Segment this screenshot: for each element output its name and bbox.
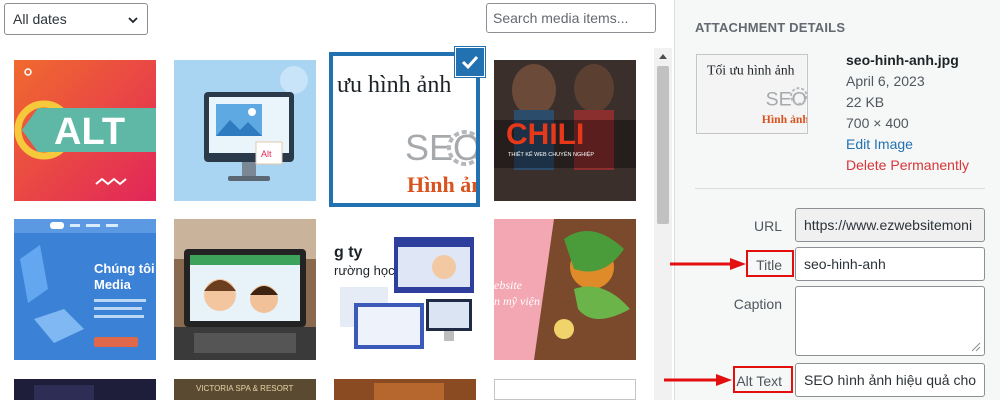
- media-thumb-media-website[interactable]: Chúng tôi Media: [14, 219, 156, 360]
- school-website-image: g ty rường học: [334, 219, 476, 360]
- alt-text-arrow-icon: [664, 374, 732, 386]
- school-text1: g ty: [334, 244, 363, 261]
- attachment-details-pane: ATTACHMENT DETAILS Tối ưu hình ảnh SEO H…: [674, 0, 1000, 400]
- details-divider: [695, 188, 985, 189]
- alt-graphic-text: ALT: [54, 111, 125, 153]
- beauty-website-image: ebsite n mỹ viện: [494, 219, 636, 360]
- dark-photo-image: [14, 379, 156, 400]
- date-filter-value: All dates: [13, 11, 67, 27]
- media-thumb-beauty-website[interactable]: ebsite n mỹ viện: [494, 219, 636, 360]
- scrollbar-thumb[interactable]: [657, 66, 669, 224]
- media-thumb-victoria-spa[interactable]: VICTORIA SPA & RESORT: [174, 379, 316, 400]
- scroll-up-arrow-icon[interactable]: [658, 52, 668, 60]
- media-thumb-school-website[interactable]: g ty rường học: [334, 219, 476, 360]
- attachment-details-heading: ATTACHMENT DETAILS: [695, 20, 846, 35]
- edit-image-link[interactable]: Edit Image: [846, 134, 969, 155]
- media-thumb-computer-alt[interactable]: Alt: [174, 60, 316, 201]
- selected-check-badge[interactable]: [456, 48, 484, 76]
- file-dimensions: 700 × 400: [846, 115, 909, 131]
- alt-text-annotation-box: [733, 366, 793, 393]
- computer-alt-image: Alt: [174, 60, 316, 201]
- media-thumb-seo-hinh-anh[interactable]: ưu hình ảnh SEO Hình ản: [329, 52, 480, 207]
- chili-web-image: CHILI THIẾT KẾ WEB CHUYÊN NGHIỆP: [494, 60, 636, 201]
- school-text2: rường học: [334, 263, 395, 278]
- title-annotation-box: [746, 250, 794, 277]
- checkmark-icon: [461, 55, 479, 70]
- media-thumb-blank-photo[interactable]: [494, 379, 636, 400]
- date-filter-select[interactable]: All dates: [4, 3, 148, 35]
- seo-thumb-text-bottom: Hình ản: [407, 172, 476, 197]
- url-field[interactable]: https://www.ezwebsitemoni: [795, 208, 985, 242]
- chevron-down-icon: [128, 17, 138, 24]
- file-info: seo-hinh-anh.jpg April 6, 2023 22 KB 700…: [846, 50, 969, 176]
- media-site-text1: Chúng tôi: [94, 261, 155, 276]
- attachment-preview: Tối ưu hình ảnh SEO Hình ảnh: [696, 54, 808, 134]
- media-thumb-dark-photo[interactable]: [14, 379, 156, 400]
- computer-alt-text: Alt: [261, 149, 272, 159]
- media-thumb-chili-web[interactable]: CHILI THIẾT KẾ WEB CHUYÊN NGHIỆP: [494, 60, 636, 201]
- seo-hinh-anh-image: ưu hình ảnh SEO Hình ản: [333, 56, 476, 203]
- media-thumb-alt-graphic[interactable]: ALT: [14, 60, 156, 201]
- media-library-pane: All dates ALT Alt: [0, 0, 674, 400]
- media-thumb-laptop-kids[interactable]: [174, 219, 316, 360]
- victoria-spa-text: VICTORIA SPA & RESORT: [196, 384, 293, 393]
- media-site-text2: Media: [94, 277, 132, 292]
- alt-graphic-image: ALT: [14, 60, 156, 201]
- victoria-spa-image: VICTORIA SPA & RESORT: [174, 379, 316, 400]
- alt-text-field[interactable]: SEO hình ảnh hiệu quả cho: [795, 363, 985, 397]
- laptop-kids-image: [174, 219, 316, 360]
- beauty-text2: n mỹ viện: [494, 294, 540, 308]
- media-thumb-orange-photo[interactable]: [334, 379, 476, 400]
- delete-permanently-link[interactable]: Delete Permanently: [846, 155, 969, 176]
- caption-field[interactable]: [795, 286, 985, 356]
- preview-line2: SEO: [766, 89, 807, 111]
- title-arrow-icon: [670, 258, 746, 270]
- chili-subtext: THIẾT KẾ WEB CHUYÊN NGHIỆP: [508, 150, 594, 158]
- caption-label: Caption: [733, 296, 782, 312]
- preview-line3: Hình ảnh: [762, 113, 807, 126]
- url-label: URL: [753, 218, 782, 234]
- orange-photo-image: [334, 379, 476, 400]
- search-media-input[interactable]: [486, 3, 656, 33]
- chili-text: CHILI: [506, 118, 584, 151]
- beauty-text1: ebsite: [494, 278, 523, 292]
- seo-thumb-text-top: ưu hình ảnh: [337, 72, 451, 98]
- preview-line1: Tối ưu hình ảnh: [707, 63, 795, 78]
- file-date: April 6, 2023: [846, 73, 925, 89]
- media-scrollbar[interactable]: [654, 48, 672, 400]
- file-size: 22 KB: [846, 94, 885, 110]
- resize-handle-icon[interactable]: [971, 342, 981, 352]
- media-website-image: Chúng tôi Media: [14, 219, 156, 360]
- title-field[interactable]: seo-hinh-anh: [795, 247, 985, 281]
- file-name: seo-hinh-anh.jpg: [846, 52, 959, 68]
- attachment-preview-image: Tối ưu hình ảnh SEO Hình ảnh: [697, 55, 807, 133]
